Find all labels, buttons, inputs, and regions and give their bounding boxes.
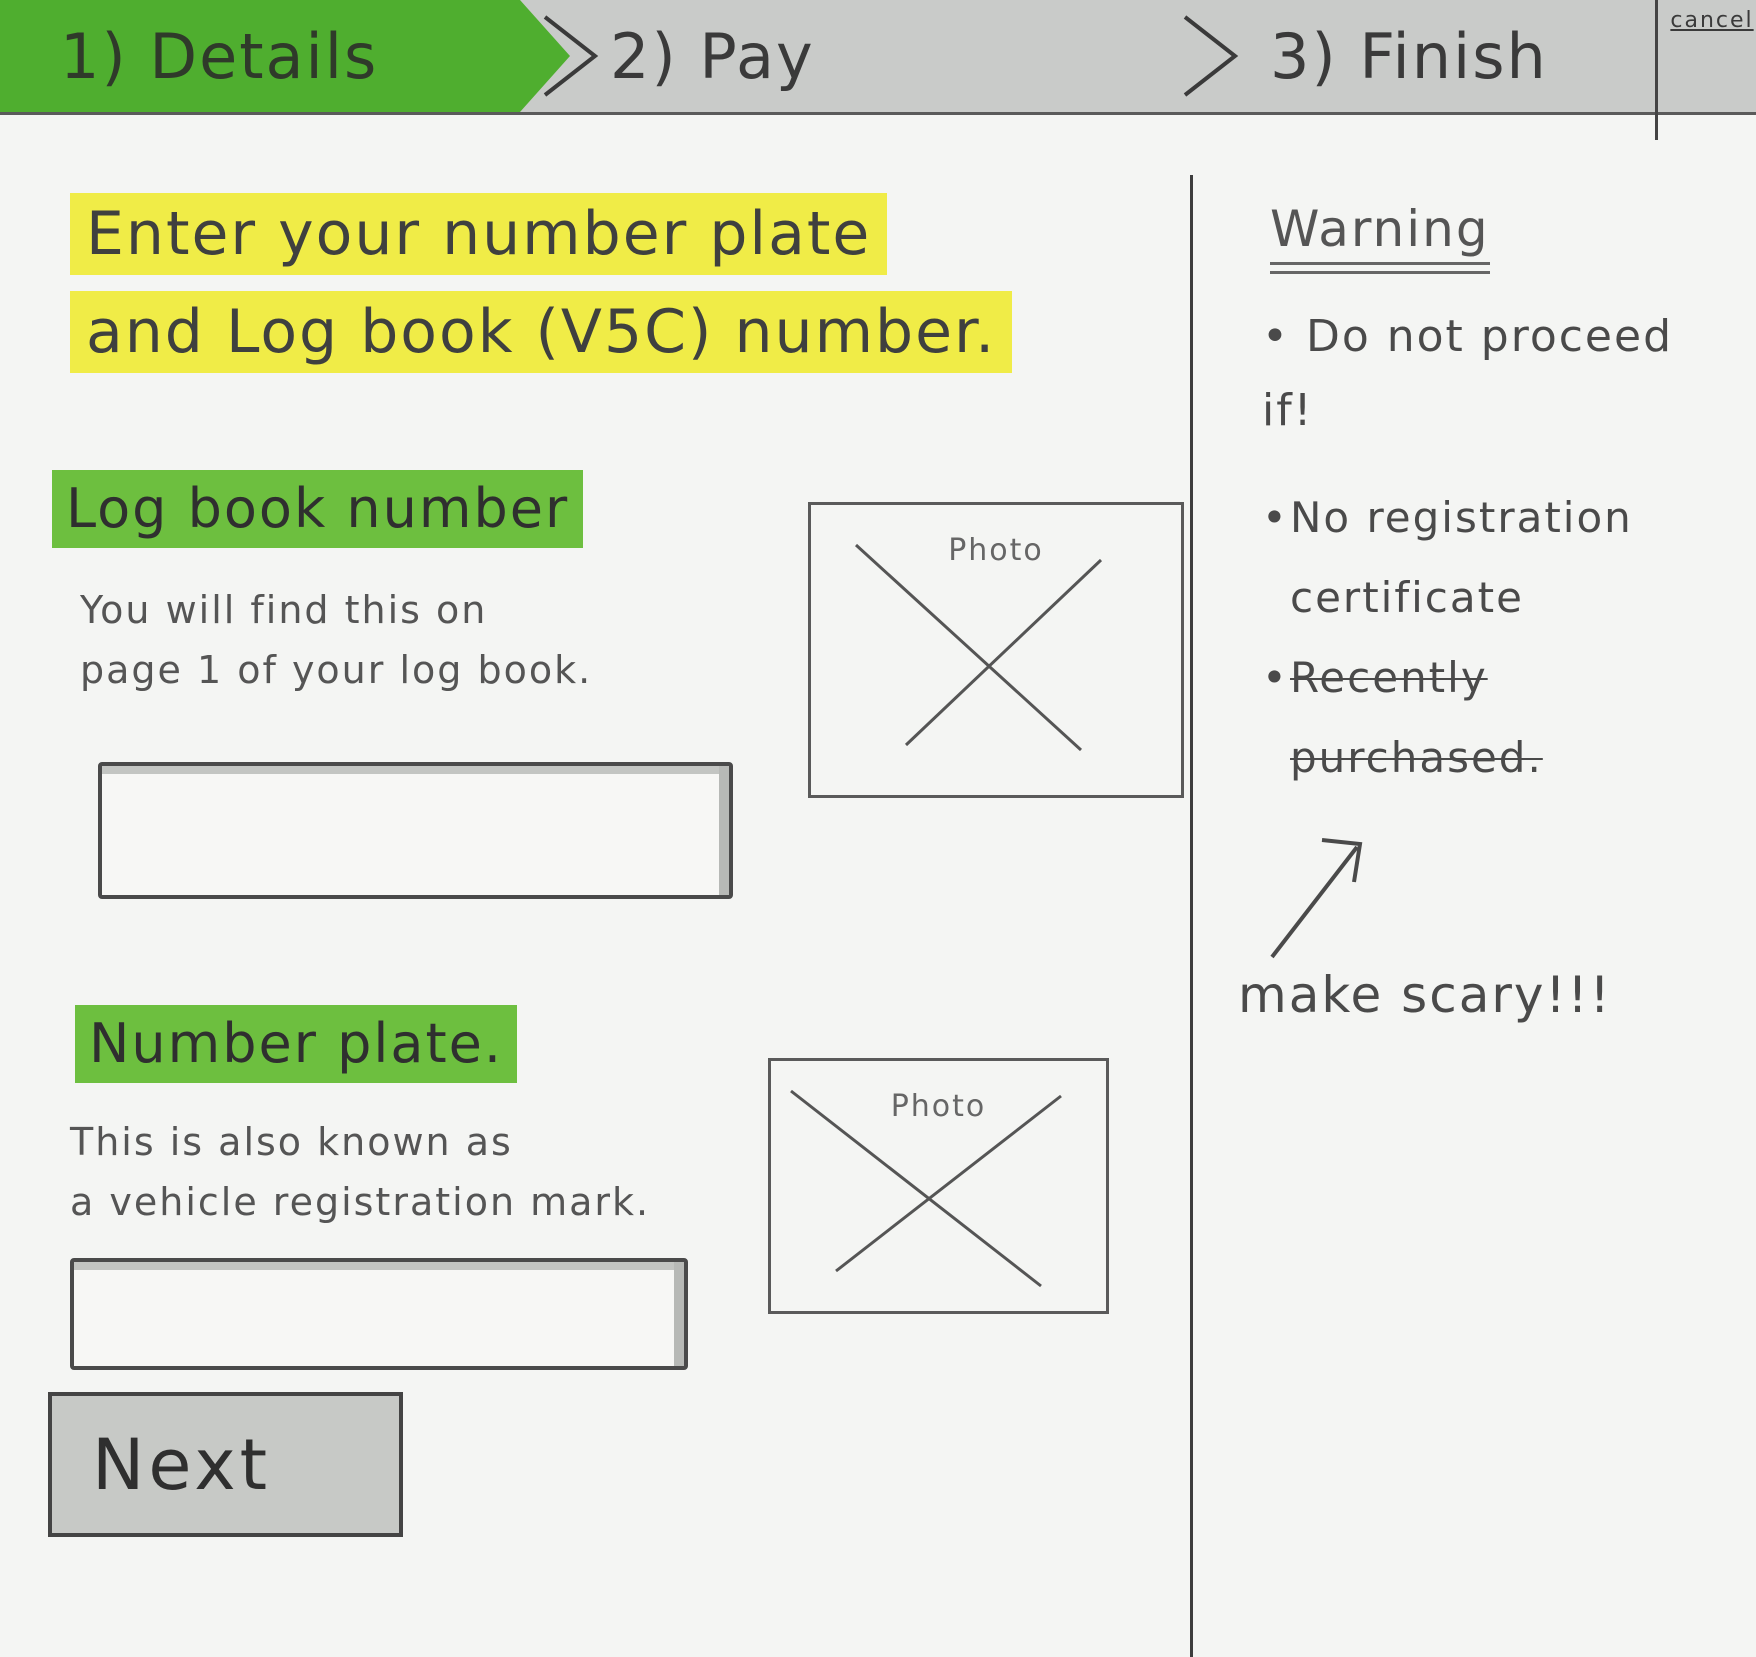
page-heading: Enter your number plate and Log book (V5…	[70, 185, 1100, 381]
page-heading-line2: and Log book (V5C) number.	[70, 291, 1013, 373]
warning-item: Recently purchased.	[1262, 638, 1732, 798]
logbook-help-line1: You will find this on	[80, 588, 488, 632]
logbook-label: Log book number	[52, 470, 584, 548]
plate-help: This is also known as a vehicle registra…	[70, 1112, 650, 1232]
arrow-up-right-icon	[1270, 838, 1363, 959]
step-finish[interactable]: 3) Finish	[1240, 0, 1630, 112]
plate-photo-label: Photo	[890, 1089, 987, 1124]
plate-help-line1: This is also known as	[70, 1120, 513, 1164]
step-details[interactable]: 1) Details	[0, 0, 570, 112]
header-divider	[1655, 0, 1658, 140]
logbook-photo: Photo	[808, 502, 1184, 798]
sidebar-divider	[1190, 175, 1193, 1657]
step-pay[interactable]: 2) Pay	[600, 0, 1160, 112]
warning-item: No registration certificate	[1262, 478, 1732, 638]
step-finish-label: 3) Finish	[1270, 19, 1548, 93]
warning-intro-line2: if!	[1262, 385, 1314, 436]
logbook-help: You will find this on page 1 of your log…	[80, 580, 592, 700]
chevron-right-icon	[540, 12, 600, 100]
design-note: make scary!!!	[1238, 966, 1612, 1024]
cancel-link[interactable]: cancel	[1670, 8, 1752, 68]
logbook-number-input[interactable]	[98, 762, 733, 899]
step-details-label: 1) Details	[60, 19, 379, 93]
plate-photo: Photo	[768, 1058, 1109, 1314]
plate-help-line2: a vehicle registration mark.	[70, 1180, 651, 1224]
plate-label: Number plate.	[75, 1005, 518, 1083]
page-heading-line1: Enter your number plate	[70, 193, 888, 275]
chevron-right-icon	[1180, 12, 1240, 100]
next-button[interactable]: Next	[48, 1392, 403, 1537]
warning-intro: • Do not proceed if!	[1262, 300, 1732, 448]
warning-title: Warning	[1270, 200, 1490, 274]
warning-list: No registration certificate Recently pur…	[1262, 478, 1732, 798]
number-plate-input[interactable]	[70, 1258, 688, 1370]
progress-steps: 1) Details 2) Pay 3) Finish cancel	[0, 0, 1756, 140]
warning-intro-line1: • Do not proceed	[1262, 311, 1674, 362]
logbook-help-line2: page 1 of your log book.	[80, 648, 593, 692]
logbook-photo-label: Photo	[948, 533, 1044, 568]
step-pay-label: 2) Pay	[610, 19, 815, 93]
